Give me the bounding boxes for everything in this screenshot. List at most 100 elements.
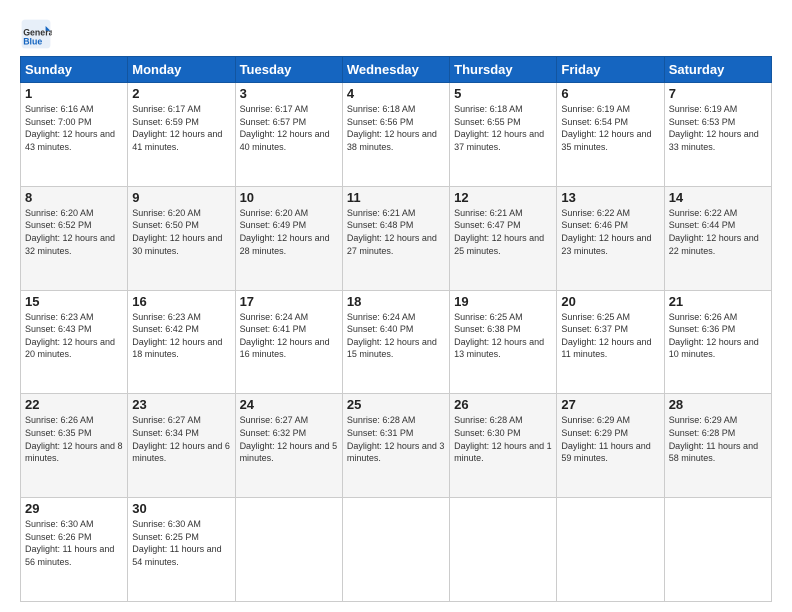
week-row-2: 8 Sunrise: 6:20 AMSunset: 6:52 PMDaylight… xyxy=(21,186,772,290)
week-row-4: 22Sunrise: 6:26 AMSunset: 6:35 PMDayligh… xyxy=(21,394,772,498)
day-info: Sunrise: 6:30 AMSunset: 6:25 PMDaylight:… xyxy=(132,518,230,568)
day-info: Sunrise: 6:19 AMSunset: 6:53 PMDaylight:… xyxy=(669,103,767,153)
weekday-wednesday: Wednesday xyxy=(342,57,449,83)
calendar-table: SundayMondayTuesdayWednesdayThursdayFrid… xyxy=(20,56,772,602)
day-cell: 13 Sunrise: 6:22 AMSunset: 6:46 PMDayligh… xyxy=(557,186,664,290)
day-number: 5 xyxy=(454,86,552,101)
day-info: Sunrise: 6:18 AMSunset: 6:56 PMDaylight:… xyxy=(347,103,445,153)
day-number: 30 xyxy=(132,501,230,516)
day-number: 2 xyxy=(132,86,230,101)
day-cell: 19Sunrise: 6:25 AMSunset: 6:38 PMDayligh… xyxy=(450,290,557,394)
weekday-thursday: Thursday xyxy=(450,57,557,83)
day-cell: 30 Sunrise: 6:30 AMSunset: 6:25 PMDayligh… xyxy=(128,498,235,602)
day-number: 21 xyxy=(669,294,767,309)
day-info: Sunrise: 6:17 AMSunset: 6:59 PMDaylight:… xyxy=(132,103,230,153)
day-info: Sunrise: 6:20 AMSunset: 6:50 PMDaylight:… xyxy=(132,207,230,257)
day-cell: 9 Sunrise: 6:20 AMSunset: 6:50 PMDaylight… xyxy=(128,186,235,290)
day-info: Sunrise: 6:25 AMSunset: 6:37 PMDaylight:… xyxy=(561,311,659,361)
day-cell: 1Sunrise: 6:16 AMSunset: 7:00 PMDaylight… xyxy=(21,83,128,187)
svg-text:Blue: Blue xyxy=(23,36,42,46)
day-number: 13 xyxy=(561,190,659,205)
day-info: Sunrise: 6:29 AMSunset: 6:29 PMDaylight:… xyxy=(561,414,659,464)
day-cell xyxy=(235,498,342,602)
day-info: Sunrise: 6:21 AMSunset: 6:47 PMDaylight:… xyxy=(454,207,552,257)
day-cell: 20 Sunrise: 6:25 AMSunset: 6:37 PMDayligh… xyxy=(557,290,664,394)
day-cell: 21Sunrise: 6:26 AMSunset: 6:36 PMDayligh… xyxy=(664,290,771,394)
day-info: Sunrise: 6:28 AMSunset: 6:31 PMDaylight:… xyxy=(347,414,445,464)
day-cell: 25 Sunrise: 6:28 AMSunset: 6:31 PMDayligh… xyxy=(342,394,449,498)
weekday-tuesday: Tuesday xyxy=(235,57,342,83)
day-info: Sunrise: 6:19 AMSunset: 6:54 PMDaylight:… xyxy=(561,103,659,153)
day-info: Sunrise: 6:23 AMSunset: 6:42 PMDaylight:… xyxy=(132,311,230,361)
weekday-sunday: Sunday xyxy=(21,57,128,83)
day-number: 8 xyxy=(25,190,123,205)
day-number: 18 xyxy=(347,294,445,309)
day-cell: 24 Sunrise: 6:27 AMSunset: 6:32 PMDayligh… xyxy=(235,394,342,498)
day-number: 7 xyxy=(669,86,767,101)
day-number: 4 xyxy=(347,86,445,101)
day-cell xyxy=(342,498,449,602)
day-number: 15 xyxy=(25,294,123,309)
day-info: Sunrise: 6:27 AMSunset: 6:34 PMDaylight:… xyxy=(132,414,230,464)
day-cell: 3 Sunrise: 6:17 AMSunset: 6:57 PMDaylight… xyxy=(235,83,342,187)
day-number: 23 xyxy=(132,397,230,412)
day-number: 16 xyxy=(132,294,230,309)
day-info: Sunrise: 6:24 AMSunset: 6:40 PMDaylight:… xyxy=(347,311,445,361)
day-cell: 11Sunrise: 6:21 AMSunset: 6:48 PMDayligh… xyxy=(342,186,449,290)
calendar-header: SundayMondayTuesdayWednesdayThursdayFrid… xyxy=(21,57,772,83)
day-info: Sunrise: 6:30 AMSunset: 6:26 PMDaylight:… xyxy=(25,518,123,568)
day-number: 3 xyxy=(240,86,338,101)
day-cell: 16 Sunrise: 6:23 AMSunset: 6:42 PMDayligh… xyxy=(128,290,235,394)
weekday-friday: Friday xyxy=(557,57,664,83)
day-number: 19 xyxy=(454,294,552,309)
day-cell: 29 Sunrise: 6:30 AMSunset: 6:26 PMDayligh… xyxy=(21,498,128,602)
week-row-5: 29 Sunrise: 6:30 AMSunset: 6:26 PMDayligh… xyxy=(21,498,772,602)
day-number: 27 xyxy=(561,397,659,412)
day-info: Sunrise: 6:24 AMSunset: 6:41 PMDaylight:… xyxy=(240,311,338,361)
day-info: Sunrise: 6:23 AMSunset: 6:43 PMDaylight:… xyxy=(25,311,123,361)
day-number: 17 xyxy=(240,294,338,309)
day-number: 26 xyxy=(454,397,552,412)
day-info: Sunrise: 6:22 AMSunset: 6:46 PMDaylight:… xyxy=(561,207,659,257)
calendar-body: 1Sunrise: 6:16 AMSunset: 7:00 PMDaylight… xyxy=(21,83,772,602)
day-number: 22 xyxy=(25,397,123,412)
day-cell xyxy=(557,498,664,602)
day-number: 25 xyxy=(347,397,445,412)
day-info: Sunrise: 6:29 AMSunset: 6:28 PMDaylight:… xyxy=(669,414,767,464)
day-cell xyxy=(664,498,771,602)
day-number: 12 xyxy=(454,190,552,205)
page: General Blue SundayMondayTuesdayWednesda… xyxy=(0,0,792,612)
day-cell: 22Sunrise: 6:26 AMSunset: 6:35 PMDayligh… xyxy=(21,394,128,498)
day-number: 29 xyxy=(25,501,123,516)
day-info: Sunrise: 6:20 AMSunset: 6:49 PMDaylight:… xyxy=(240,207,338,257)
day-info: Sunrise: 6:20 AMSunset: 6:52 PMDaylight:… xyxy=(25,207,123,257)
day-cell: 23 Sunrise: 6:27 AMSunset: 6:34 PMDayligh… xyxy=(128,394,235,498)
day-number: 9 xyxy=(132,190,230,205)
day-cell: 14Sunrise: 6:22 AMSunset: 6:44 PMDayligh… xyxy=(664,186,771,290)
day-info: Sunrise: 6:16 AMSunset: 7:00 PMDaylight:… xyxy=(25,103,123,153)
week-row-1: 1Sunrise: 6:16 AMSunset: 7:00 PMDaylight… xyxy=(21,83,772,187)
day-cell: 2 Sunrise: 6:17 AMSunset: 6:59 PMDaylight… xyxy=(128,83,235,187)
header: General Blue xyxy=(20,18,772,50)
week-row-3: 15 Sunrise: 6:23 AMSunset: 6:43 PMDayligh… xyxy=(21,290,772,394)
weekday-saturday: Saturday xyxy=(664,57,771,83)
day-cell: 4 Sunrise: 6:18 AMSunset: 6:56 PMDaylight… xyxy=(342,83,449,187)
day-cell: 6Sunrise: 6:19 AMSunset: 6:54 PMDaylight… xyxy=(557,83,664,187)
day-cell: 18 Sunrise: 6:24 AMSunset: 6:40 PMDayligh… xyxy=(342,290,449,394)
day-cell: 7 Sunrise: 6:19 AMSunset: 6:53 PMDaylight… xyxy=(664,83,771,187)
day-number: 11 xyxy=(347,190,445,205)
day-info: Sunrise: 6:17 AMSunset: 6:57 PMDaylight:… xyxy=(240,103,338,153)
day-number: 24 xyxy=(240,397,338,412)
weekday-row: SundayMondayTuesdayWednesdayThursdayFrid… xyxy=(21,57,772,83)
day-info: Sunrise: 6:28 AMSunset: 6:30 PMDaylight:… xyxy=(454,414,552,464)
logo-icon: General Blue xyxy=(20,18,52,50)
day-number: 20 xyxy=(561,294,659,309)
day-number: 14 xyxy=(669,190,767,205)
day-info: Sunrise: 6:18 AMSunset: 6:55 PMDaylight:… xyxy=(454,103,552,153)
day-cell: 12 Sunrise: 6:21 AMSunset: 6:47 PMDayligh… xyxy=(450,186,557,290)
day-cell: 17 Sunrise: 6:24 AMSunset: 6:41 PMDayligh… xyxy=(235,290,342,394)
day-info: Sunrise: 6:27 AMSunset: 6:32 PMDaylight:… xyxy=(240,414,338,464)
day-cell: 28Sunrise: 6:29 AMSunset: 6:28 PMDayligh… xyxy=(664,394,771,498)
day-cell xyxy=(450,498,557,602)
day-cell: 8 Sunrise: 6:20 AMSunset: 6:52 PMDaylight… xyxy=(21,186,128,290)
